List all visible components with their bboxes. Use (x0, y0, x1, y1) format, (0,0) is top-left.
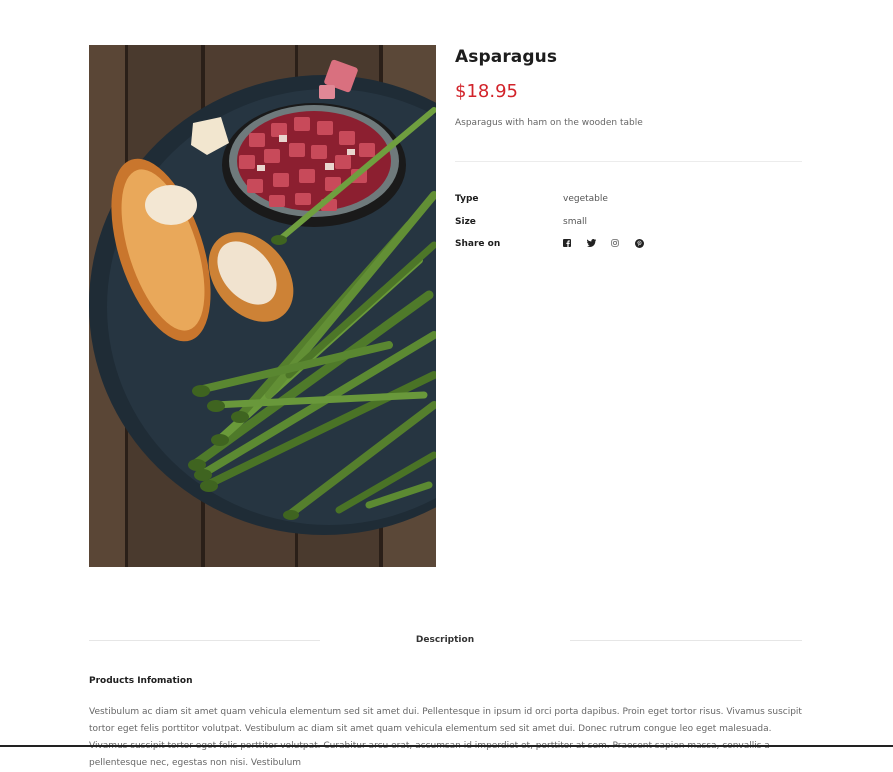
meta-value-size: small (563, 216, 587, 227)
meta-label-type: Type (455, 194, 479, 204)
info-body: Vestibulum ac diam sit amet quam vehicul… (89, 707, 802, 768)
meta-label-size: Size (455, 216, 476, 227)
tab-divider-left (89, 640, 320, 641)
product-image (89, 45, 436, 567)
product-price: $18.95 (455, 81, 518, 102)
instagram-icon[interactable] (610, 238, 620, 248)
product-details: Asparagus $18.95 Asparagus with ham on t… (455, 45, 802, 249)
twitter-icon[interactable] (586, 238, 596, 248)
product-meta: Type vegetable Size small Share on (455, 194, 802, 262)
facebook-icon[interactable] (562, 238, 572, 248)
pinterest-icon[interactable] (634, 238, 644, 248)
meta-value-type: vegetable (563, 194, 608, 204)
share-label: Share on (455, 239, 501, 249)
tab-bar: Description (89, 632, 802, 650)
product-page: Asparagus $18.95 Asparagus with ham on t… (0, 0, 893, 768)
share-icons (562, 238, 644, 248)
meta-row-share: Share on (455, 238, 802, 262)
meta-row-type: Type vegetable (455, 194, 802, 217)
meta-row-size: Size small (455, 217, 802, 240)
product-title: Asparagus (455, 47, 558, 67)
tab-divider-right (570, 640, 802, 641)
product-short-description: Asparagus with ham on the wooden table (455, 118, 643, 128)
tab-description[interactable]: Description (320, 635, 570, 645)
info-heading: Products Infomation (89, 676, 193, 686)
details-divider (455, 161, 802, 162)
